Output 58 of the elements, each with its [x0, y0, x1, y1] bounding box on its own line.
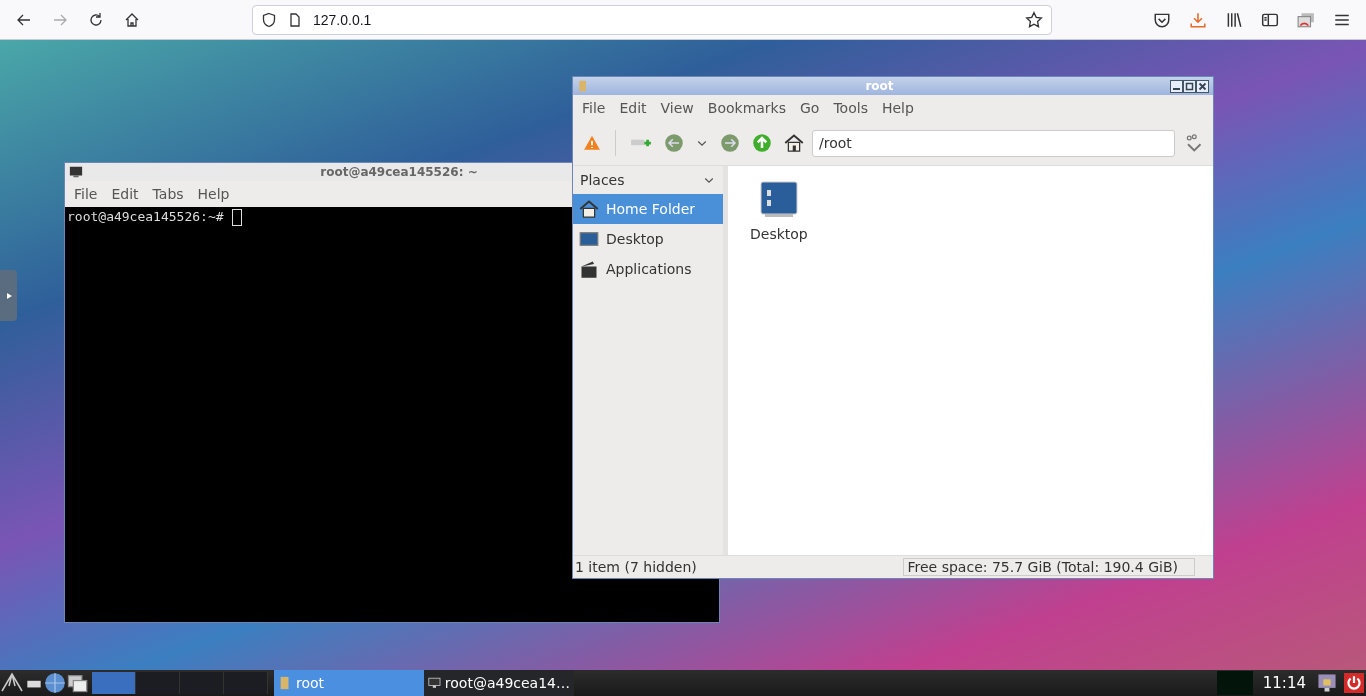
folder-icon — [577, 80, 589, 92]
menu-item[interactable]: View — [653, 100, 701, 116]
up-arrow-circle-icon — [752, 133, 772, 153]
places-item[interactable]: Applications — [573, 254, 723, 284]
menu-item[interactable]: Tools — [826, 100, 875, 116]
window-title: root — [864, 79, 895, 93]
left-arrow-circle-icon — [664, 133, 684, 153]
download-icon[interactable] — [1189, 10, 1207, 29]
task-button[interactable]: root — [274, 670, 424, 696]
menu-item[interactable]: Edit — [104, 186, 146, 202]
menu-item[interactable]: File — [575, 100, 613, 116]
home-icon[interactable] — [124, 11, 140, 28]
side-panel-handle[interactable] — [0, 270, 17, 321]
places-item[interactable]: Desktop — [573, 224, 723, 254]
places-header: Places — [580, 172, 625, 188]
house-icon — [784, 133, 804, 153]
close-icon[interactable] — [1196, 79, 1209, 93]
task-button[interactable]: root@a49cea14… — [424, 670, 574, 696]
terminal-prompt: root@a49cea145526:~# — [67, 209, 224, 224]
warning-icon — [583, 134, 601, 152]
menu-item[interactable]: File — [67, 186, 105, 202]
menu-item[interactable]: Go — [793, 100, 827, 116]
terminal-icon — [69, 165, 83, 179]
desktop-folder-icon[interactable] — [758, 180, 799, 220]
window-title: root@a49cea145526: ~ — [319, 165, 479, 179]
lock-screen-icon[interactable] — [1316, 672, 1338, 694]
shield-icon — [261, 11, 277, 28]
power-icon[interactable] — [1344, 673, 1364, 693]
reload-icon[interactable] — [88, 11, 104, 28]
path-field[interactable]: /root — [812, 129, 1175, 157]
page-icon — [287, 11, 303, 28]
url-text: 127.0.0.1 — [313, 11, 373, 28]
clock[interactable]: 11:14 — [1258, 674, 1310, 692]
places-item[interactable]: Home Folder — [573, 194, 723, 224]
monitor-icon — [579, 229, 599, 249]
star-icon[interactable] — [1025, 10, 1043, 29]
play-arrow-icon — [4, 291, 13, 300]
maximize-icon[interactable] — [1183, 79, 1196, 93]
free-space-text: Free space: 75.7 GiB (Total: 190.4 GiB) — [902, 558, 1195, 576]
right-arrow-circle-icon — [720, 133, 740, 153]
monitor-icon — [428, 675, 441, 691]
library-icon[interactable] — [1225, 10, 1243, 29]
minimize-icon[interactable] — [1170, 79, 1183, 93]
file-label[interactable]: Desktop — [750, 226, 808, 242]
menu-item[interactable]: Edit — [612, 100, 654, 116]
text-cursor — [231, 209, 242, 226]
menu-item[interactable]: Bookmarks — [700, 100, 793, 116]
folder-icon — [278, 676, 292, 690]
address-bar[interactable]: 127.0.0.1 — [252, 4, 1052, 35]
clapperboard-icon — [579, 259, 599, 279]
cpu-graph — [1216, 671, 1253, 695]
windows-icon[interactable] — [66, 672, 88, 694]
globe-icon[interactable] — [44, 672, 66, 694]
menu-item[interactable]: Help — [874, 100, 921, 116]
house-icon — [579, 199, 599, 219]
menu-item[interactable]: Tabs — [145, 186, 191, 202]
menu-item[interactable]: Help — [190, 186, 237, 202]
status-text: 1 item (7 hidden) — [575, 559, 697, 575]
